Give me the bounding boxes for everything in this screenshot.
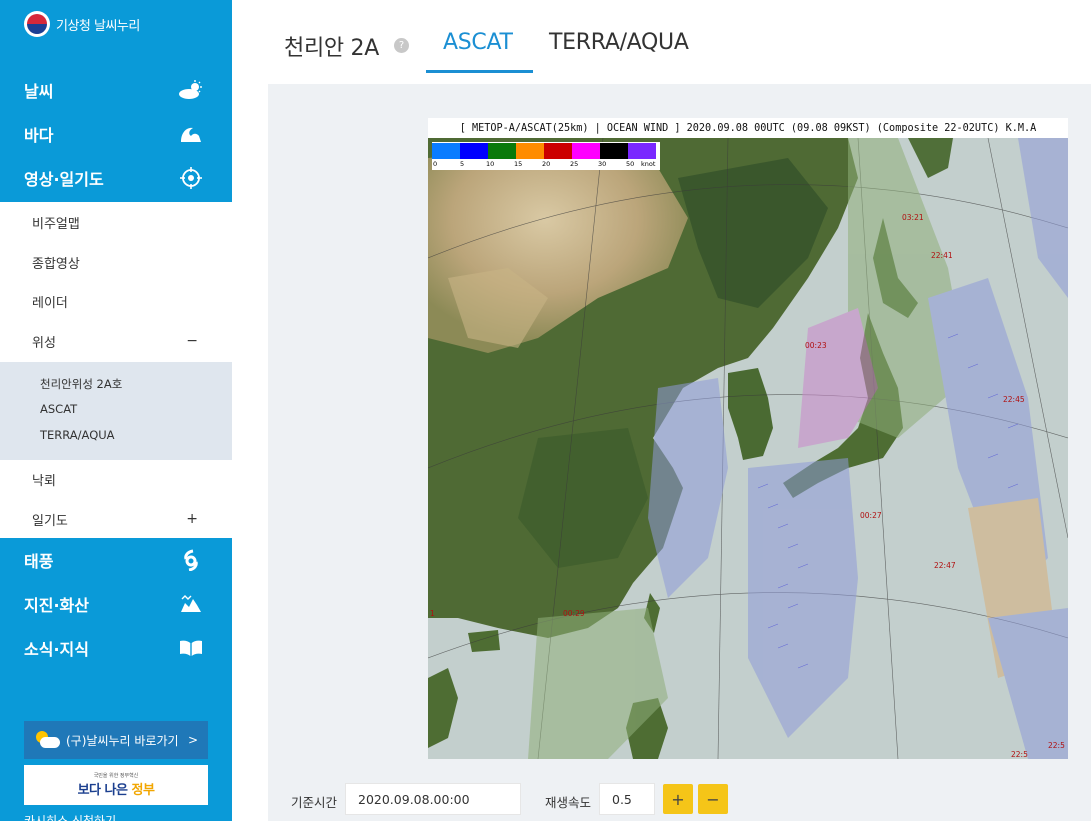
legend-swatch — [432, 143, 460, 159]
sidebar-item-label: 바다 — [24, 126, 54, 145]
legend-label: 0 — [433, 160, 438, 168]
submenu-item-visual-map[interactable]: 비주얼맵 — [0, 204, 232, 240]
gov-banner-small-text: 국민을 위한 정부혁신 — [93, 773, 139, 779]
expand-icon: + — [186, 511, 198, 527]
swath-time-label: 22:41 — [931, 251, 953, 260]
submenu-item-label: 위성 — [32, 335, 56, 351]
active-tab-indicator — [426, 70, 533, 73]
submenu-item-radar[interactable]: 레이더 — [0, 283, 232, 319]
wave-icon — [178, 123, 204, 145]
legend-label: 30 — [598, 160, 607, 168]
swath-time-label: 00:23 — [805, 341, 827, 350]
submenu-item-label: 종합영상 — [32, 256, 80, 272]
submenu-item-label: 비주얼맵 — [32, 216, 80, 232]
help-icon[interactable]: ? — [394, 38, 409, 53]
legend-swatch — [544, 143, 572, 159]
swath-time-label: 03:21 — [902, 213, 924, 222]
sidebar-item-sea[interactable]: 바다 — [0, 112, 232, 156]
tab-ascat[interactable]: ASCAT — [443, 30, 513, 55]
sidebar-item-typhoon[interactable]: 태풍 — [0, 538, 232, 582]
legend-label: knot — [641, 160, 656, 168]
book-icon — [178, 637, 204, 659]
satellite-submenu: 천리안위성 2A호 ASCAT TERRA/AQUA — [0, 362, 232, 460]
legend-swatch — [572, 143, 600, 159]
sidebar-item-label: 영상·일기도 — [24, 170, 104, 189]
satellite-item-terra-aqua[interactable]: TERRA/AQUA — [40, 428, 115, 442]
legend-swatch — [628, 143, 656, 159]
play-speed-input[interactable]: 0.5 — [599, 783, 655, 815]
chevron-right-icon: > — [187, 733, 198, 747]
sidebar-item-imagery[interactable]: 영상·일기도 — [0, 156, 232, 200]
brand-logo-link[interactable]: 기상청 날씨누리 — [24, 10, 140, 38]
legend-label: 50 — [626, 160, 635, 168]
submenu-item-label: 레이더 — [32, 295, 68, 311]
swath-time-label: 22:5 — [1048, 741, 1065, 750]
collapse-icon: − — [186, 333, 198, 349]
sidebar-item-label: 지진·화산 — [24, 596, 89, 615]
legend-swatch — [516, 143, 544, 159]
sidebar-item-news[interactable]: 소식·지식 — [0, 626, 232, 670]
satellite-item-ascat[interactable]: ASCAT — [40, 402, 77, 416]
swath-time-label: 22:47 — [934, 561, 956, 570]
ascat-wind-map: [ METOP-A/ASCAT(25km) | OCEAN WIND ] 202… — [428, 118, 1068, 759]
gov-banner-text: 보다 나은 정부 — [77, 783, 155, 798]
sidebar-item-label: 태풍 — [24, 552, 54, 571]
swath-time-label: 1 — [430, 609, 435, 618]
sidebar-footer-link[interactable]: 카시히소 신청하기 — [24, 812, 116, 821]
satellite-target-icon — [178, 167, 204, 189]
map-header: [ METOP-A/ASCAT(25km) | OCEAN WIND ] 202… — [428, 118, 1068, 138]
legend-label: 10 — [486, 160, 495, 168]
satellite-item-gk2a[interactable]: 천리안위성 2A호 — [40, 376, 122, 392]
tab-terra-aqua[interactable]: TERRA/AQUA — [549, 30, 689, 55]
submenu-item-satellite[interactable]: 위성 − — [0, 323, 232, 359]
submenu-item-composite[interactable]: 종합영상 — [0, 244, 232, 280]
swath-time-label: 00:27 — [860, 511, 882, 520]
swath-time-label: 00:29 — [563, 609, 585, 618]
submenu-item-label: 일기도 — [32, 513, 68, 529]
submenu-item-label: 낙뢰 — [32, 473, 56, 489]
old-site-label: (구)날씨누리 바로가기 — [66, 733, 179, 748]
play-speed-label: 재생속도 — [545, 795, 592, 810]
typhoon-icon — [178, 549, 204, 571]
sidebar-item-earthquake[interactable]: 지진·화산 — [0, 582, 232, 626]
sidebar: 기상청 날씨누리 날씨 바다 영상·일기도 비주얼맵 종합영상 레이더 위성 − — [0, 0, 232, 821]
swath-time-label: 22:5 — [1011, 750, 1028, 759]
base-time-label: 기준시간 — [291, 795, 338, 810]
submenu-item-weather-chart[interactable]: 일기도 + — [0, 501, 232, 537]
speed-increase-button[interactable]: + — [663, 784, 693, 814]
wind-speed-legend: 0 5 10 15 20 25 30 50 knot — [432, 142, 660, 170]
sidebar-item-label: 소식·지식 — [24, 640, 89, 659]
legend-label: 20 — [542, 160, 551, 168]
earthquake-icon — [178, 593, 204, 615]
legend-label: 15 — [514, 160, 523, 168]
sun-cloud-icon — [34, 731, 60, 749]
submenu-item-lightning[interactable]: 낙뢰 — [0, 461, 232, 497]
map-image: 03:21 22:41 00:23 22:45 00:27 22:47 00:2… — [428, 138, 1068, 759]
legend-label: 25 — [570, 160, 579, 168]
legend-swatch — [600, 143, 628, 159]
swath-time-label: 22:45 — [1003, 395, 1025, 404]
old-site-button[interactable]: (구)날씨누리 바로가기 > — [24, 721, 208, 759]
government-emblem-icon — [24, 11, 50, 37]
tab-gk2a[interactable]: 천리안 2A — [284, 30, 379, 62]
base-time-input[interactable]: 2020.09.08.00:00 — [345, 783, 521, 815]
legend-label: 5 — [460, 160, 465, 168]
legend-swatch — [488, 143, 516, 159]
weather-icon — [178, 79, 204, 101]
legend-swatch — [460, 143, 488, 159]
gov-innovation-banner[interactable]: 국민을 위한 정부혁신 보다 나은 정부 — [24, 765, 208, 805]
speed-decrease-button[interactable]: − — [698, 784, 728, 814]
sidebar-item-weather[interactable]: 날씨 — [0, 68, 232, 112]
brand-title: 기상청 날씨누리 — [56, 18, 140, 34]
sidebar-item-label: 날씨 — [24, 82, 54, 101]
imagery-submenu: 비주얼맵 종합영상 레이더 위성 − 천리안위성 2A호 ASCAT TERRA… — [0, 202, 232, 538]
